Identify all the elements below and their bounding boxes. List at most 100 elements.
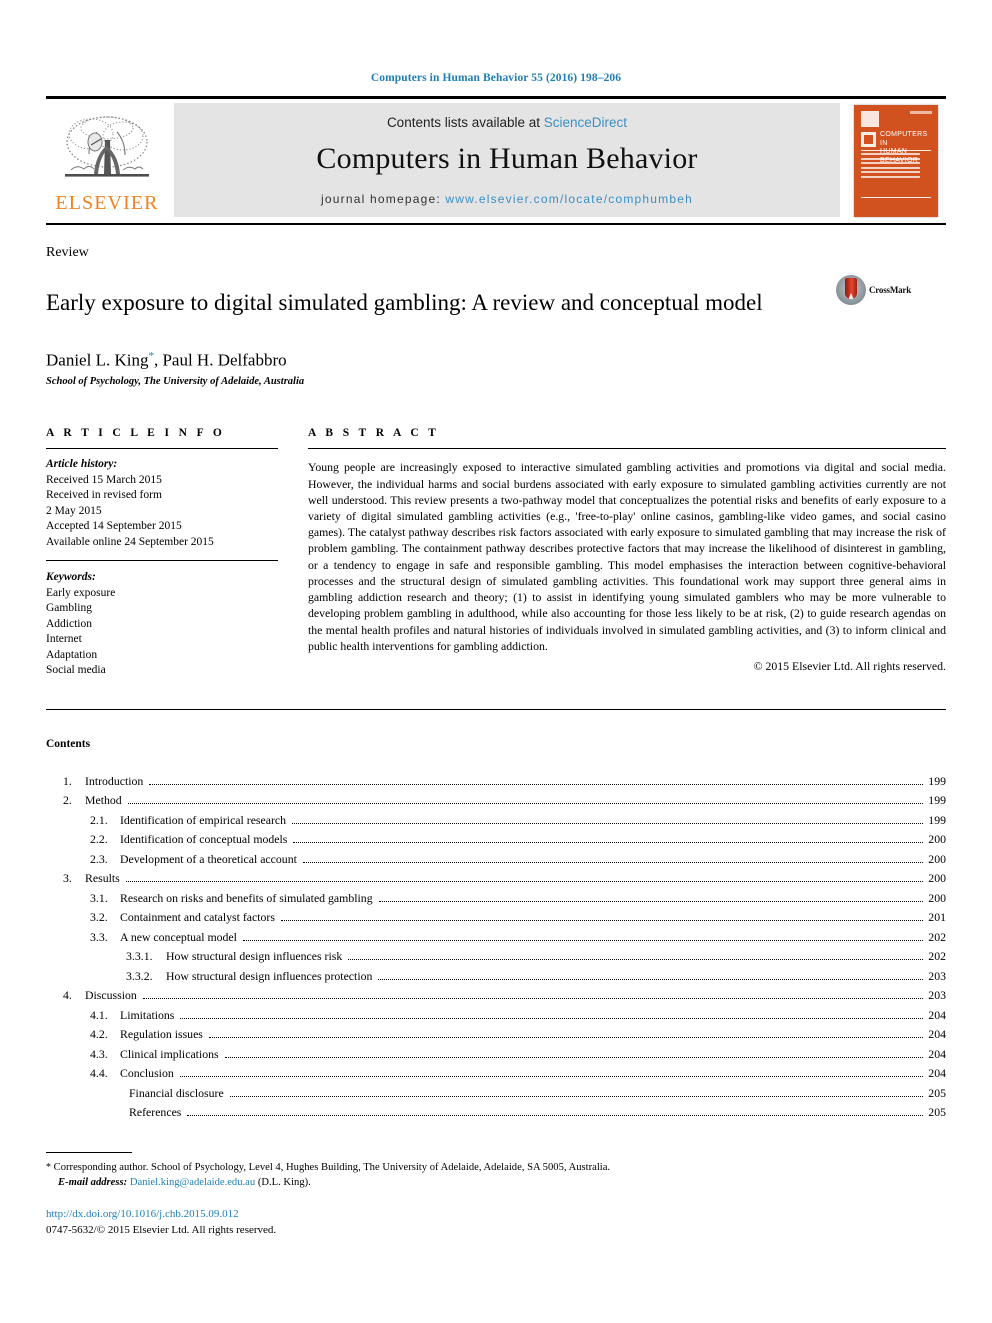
toc-entry[interactable]: 4.1. Limitations 204 xyxy=(46,1006,946,1026)
cover-text-lines xyxy=(861,153,920,180)
history-item: Available online 24 September 2015 xyxy=(46,535,214,548)
keywords-label: Keywords: xyxy=(46,571,96,584)
toc-entry[interactable]: 4.3. Clinical implications 204 xyxy=(46,1045,946,1065)
toc-entry-page: 200 xyxy=(928,832,946,847)
abstract-column: A B S T R A C T Young people are increas… xyxy=(308,427,946,679)
toc-entry-page: 199 xyxy=(928,793,946,808)
footnote-rule xyxy=(46,1152,132,1153)
toc-leader-dots xyxy=(229,1095,924,1097)
doi-block: http://dx.doi.org/10.1016/j.chb.2015.09.… xyxy=(46,1207,946,1238)
toc-entry-page: 200 xyxy=(928,890,946,905)
toc-leader-dots xyxy=(280,920,924,922)
keywords-block: Keywords: Early exposure Gambling Addict… xyxy=(46,560,278,679)
email-link[interactable]: Daniel.king@adelaide.edu.au xyxy=(130,1177,255,1188)
toc-leader-dots xyxy=(208,1037,924,1039)
email-line: E-mail address: Daniel.king@adelaide.edu… xyxy=(46,1175,946,1190)
keywords-body: Keywords: Early exposure Gambling Addict… xyxy=(46,570,278,679)
toc-entry-number: 4. xyxy=(63,988,72,1003)
toc-entry-page: 202 xyxy=(928,949,946,964)
homepage-prefix: journal homepage: xyxy=(321,191,446,206)
history-item: Received 15 March 2015 xyxy=(46,473,162,486)
corresponding-note-marker: * xyxy=(46,1162,51,1173)
toc-entry-number: 3.3.2. xyxy=(126,968,153,983)
toc-leader-dots xyxy=(180,1017,924,1019)
doi-link[interactable]: http://dx.doi.org/10.1016/j.chb.2015.09.… xyxy=(46,1207,946,1223)
toc-entry-number: 2.2. xyxy=(90,832,108,847)
toc-leader-dots xyxy=(142,998,924,1000)
toc-entry[interactable]: 3.3.2. How structural design influences p… xyxy=(46,967,946,987)
toc-entry-page: 199 xyxy=(928,812,946,827)
toc-entry-page: 201 xyxy=(928,910,946,925)
toc-entry-label: Clinical implications xyxy=(120,1046,219,1061)
toc-entry[interactable]: 3.3.1. How structural design influences r… xyxy=(46,947,946,967)
toc-entry-number: 2.1. xyxy=(90,812,108,827)
toc-entry[interactable]: 2. Method 199 xyxy=(46,791,946,811)
keyword-item: Early exposure xyxy=(46,586,116,599)
sciencedirect-link[interactable]: ScienceDirect xyxy=(544,115,627,130)
journal-cover-image: COMPUTERS IN HUMAN BEHAVIOR xyxy=(854,105,938,217)
toc-entry[interactable]: References 205 xyxy=(46,1103,946,1123)
email-owner: (D.L. King). xyxy=(257,1177,311,1188)
article-info-heading: A R T I C L E I N F O xyxy=(46,427,226,440)
toc-entry[interactable]: 3.3. A new conceptual model 202 xyxy=(46,928,946,948)
corresponding-note-text: Corresponding author. School of Psycholo… xyxy=(53,1162,611,1173)
contents-available-line: Contents lists available at ScienceDirec… xyxy=(387,115,627,130)
keyword-item: Social media xyxy=(46,664,106,677)
toc-entry-label: Identification of conceptual models xyxy=(120,832,288,847)
toc-entry-label: Limitations xyxy=(120,1007,175,1022)
toc-entry-page: 199 xyxy=(928,773,946,788)
toc-entry[interactable]: 2.1. Identification of empirical research… xyxy=(46,811,946,831)
toc-entry[interactable]: 3. Results 200 xyxy=(46,869,946,889)
journal-band: Contents lists available at ScienceDirec… xyxy=(174,103,840,217)
toc-entry-page: 205 xyxy=(928,1085,946,1100)
abstract-heading: A B S T R A C T xyxy=(308,427,440,440)
footnotes-area: * Corresponding author. School of Psycho… xyxy=(46,1152,946,1238)
toc-entry[interactable]: Financial disclosure 205 xyxy=(46,1084,946,1104)
toc-entry[interactable]: 4.4. Conclusion 204 xyxy=(46,1064,946,1084)
toc-entry-page: 202 xyxy=(928,929,946,944)
toc-entry-page: 203 xyxy=(928,988,946,1003)
toc-entry-label: Introduction xyxy=(85,773,144,788)
toc-leader-dots xyxy=(125,881,924,883)
contents-available-prefix: Contents lists available at xyxy=(386,114,544,130)
toc-entry[interactable]: 4.2. Regulation issues 204 xyxy=(46,1025,946,1045)
article-history-block: Article history: Received 15 March 2015 … xyxy=(46,457,278,550)
toc-entry-label: Development of a theoretical account xyxy=(120,851,297,866)
toc-entry-page: 203 xyxy=(928,968,946,983)
contents-top-rule xyxy=(46,708,946,710)
toc-entry-page: 204 xyxy=(928,1046,946,1061)
toc-entry-label: Regulation issues xyxy=(120,1027,203,1042)
toc-entry-page: 204 xyxy=(928,1066,946,1081)
elsevier-tree-icon xyxy=(65,115,149,177)
elsevier-wordmark: ELSEVIER xyxy=(55,191,159,214)
toc-entry[interactable]: 4. Discussion 203 xyxy=(46,986,946,1006)
abstract-rule xyxy=(308,448,946,450)
toc-entry[interactable]: 3.1. Research on risks and benefits of si… xyxy=(46,889,946,909)
toc-entry-label: Identification of empirical research xyxy=(120,812,287,827)
abstract-copyright: © 2015 Elsevier Ltd. All rights reserved… xyxy=(753,658,946,673)
journal-masthead: ELSEVIER Contents lists available at Sci… xyxy=(46,96,946,223)
toc-entry[interactable]: 3.2. Containment and catalyst factors 201 xyxy=(46,908,946,928)
toc-entry-page: 200 xyxy=(928,871,946,886)
toc-leader-dots xyxy=(348,959,924,961)
article-first-page: Computers in Human Behavior 55 (2016) 19… xyxy=(0,0,992,1323)
cover-rule-bottom xyxy=(861,197,931,198)
toc-entry-label: Containment and catalyst factors xyxy=(120,910,275,925)
toc-entry-number: 4.4. xyxy=(90,1066,108,1081)
history-item: Received in revised form xyxy=(46,489,162,502)
crossmark-badge-group[interactable]: CrossMark xyxy=(836,275,912,305)
toc-entry-number: 4.3. xyxy=(90,1046,108,1061)
toc-entry-number: 4.2. xyxy=(90,1027,108,1042)
keyword-item: Internet xyxy=(46,633,82,646)
toc-entry[interactable]: 2.3. Development of a theoretical account… xyxy=(46,850,946,870)
issn-copyright-line: 0747-5632/© 2015 Elsevier Ltd. All right… xyxy=(46,1223,277,1236)
running-head: Computers in Human Behavior 55 (2016) 19… xyxy=(370,72,622,84)
toc-entry-number: 2. xyxy=(63,793,72,808)
toc-entry[interactable]: 1. Introduction 199 xyxy=(46,772,946,792)
toc-leader-dots xyxy=(292,822,924,824)
homepage-url-link[interactable]: www.elsevier.com/locate/comphumbeh xyxy=(445,192,693,206)
toc-entry[interactable]: 2.2. Identification of conceptual models 2… xyxy=(46,830,946,850)
toc-entry-number: 4.1. xyxy=(90,1007,108,1022)
history-item: 2 May 2015 xyxy=(46,504,102,517)
toc-entry-page: 204 xyxy=(928,1007,946,1022)
